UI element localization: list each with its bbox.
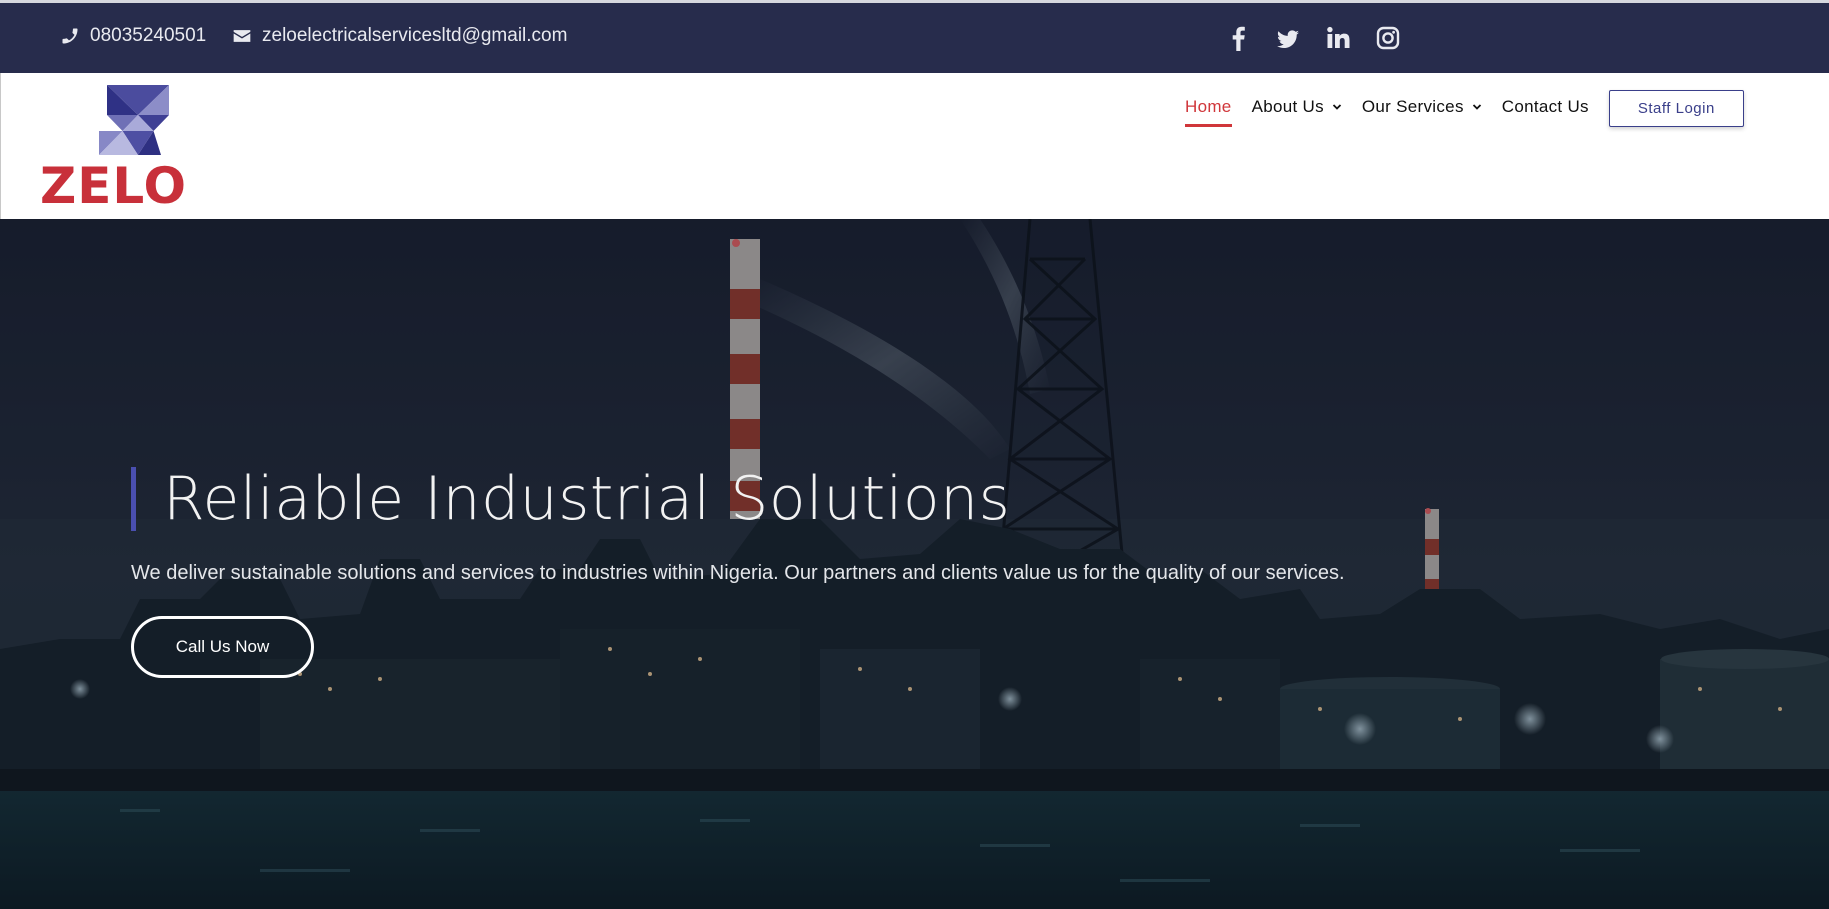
email-address: zeloelectricalservicesltd@gmail.com bbox=[262, 25, 568, 46]
phone-icon bbox=[62, 28, 78, 44]
nav-home[interactable]: Home bbox=[1185, 89, 1232, 127]
hero-banner: Reliable Industrial Solutions We deliver… bbox=[0, 219, 1829, 909]
social-links bbox=[1226, 25, 1400, 51]
chevron-down-icon bbox=[1472, 104, 1481, 110]
nav-our-services[interactable]: Our Services bbox=[1362, 89, 1482, 127]
linkedin-icon[interactable] bbox=[1326, 25, 1350, 51]
email-contact[interactable]: zeloelectricalservicesltd@gmail.com bbox=[232, 25, 567, 47]
zelo-logo[interactable]: ZELO bbox=[40, 85, 226, 215]
hero-content: Reliable Industrial Solutions We deliver… bbox=[131, 467, 1731, 678]
hero-subtitle: We deliver sustainable solutions and ser… bbox=[131, 562, 1345, 584]
logo-wordmark: ZELO bbox=[41, 157, 187, 210]
envelope-icon bbox=[233, 30, 251, 42]
nav-contact-label: Contact Us bbox=[1501, 97, 1589, 116]
nav-contact-us[interactable]: Contact Us bbox=[1502, 89, 1589, 127]
nav-services-label: Our Services bbox=[1361, 97, 1464, 116]
call-us-now-button[interactable]: Call Us Now bbox=[131, 616, 314, 678]
top-contact-bar: 08035240501 zeloelectricalservicesltd@gm… bbox=[0, 0, 1829, 73]
staff-login-button[interactable]: Staff Login bbox=[1608, 89, 1744, 127]
instagram-icon[interactable] bbox=[1376, 25, 1400, 51]
facebook-icon[interactable] bbox=[1226, 25, 1250, 51]
nav-home-label: Home bbox=[1185, 97, 1232, 116]
zelo-logo-mark: ZELO bbox=[40, 85, 187, 215]
twitter-icon[interactable] bbox=[1276, 25, 1300, 51]
phone-contact[interactable]: 08035240501 bbox=[60, 25, 206, 47]
hero-title: Reliable Industrial Solutions bbox=[131, 467, 1731, 531]
nav-about-us[interactable]: About Us bbox=[1252, 89, 1342, 127]
primary-nav: Home About Us Our Services Contact Us St… bbox=[1185, 89, 1744, 127]
phone-number: 08035240501 bbox=[90, 25, 207, 46]
nav-about-label: About Us bbox=[1251, 97, 1324, 116]
main-header: ZELO Home About Us Our Services Contact … bbox=[0, 73, 1829, 219]
chevron-down-icon bbox=[1332, 104, 1342, 110]
